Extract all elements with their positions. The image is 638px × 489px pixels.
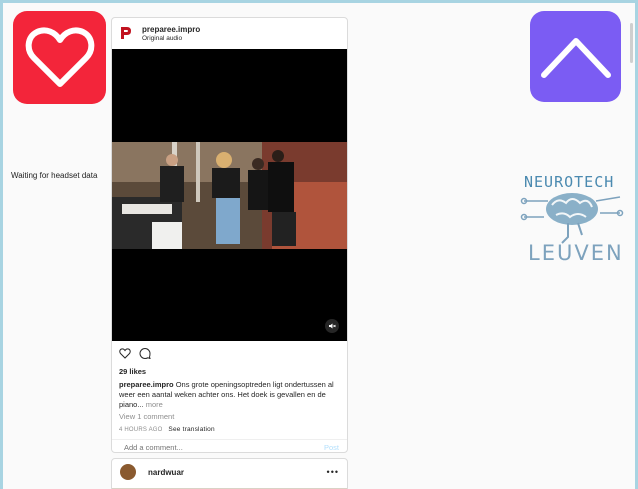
post-meta: 4 HOURS AGO See translation [119, 426, 215, 433]
caption-more-link[interactable]: more [146, 400, 163, 409]
more-options-icon[interactable]: ••• [327, 467, 339, 477]
comment-bar: Post [112, 439, 347, 452]
video-player[interactable] [112, 49, 347, 341]
post-time[interactable]: 4 HOURS AGO [119, 427, 163, 433]
heart-icon [25, 26, 94, 87]
status-text: Waiting for headset data [11, 171, 98, 180]
likes-count[interactable]: 29 likes [119, 367, 146, 376]
logo-bottom-text: LEUVEN [528, 241, 624, 265]
brain-icon [520, 193, 624, 244]
see-translation-link[interactable]: See translation [168, 426, 214, 433]
caption-username[interactable]: preparee.impro [119, 380, 174, 389]
audio-label[interactable]: Original audio [142, 35, 200, 42]
heart-button[interactable] [13, 11, 106, 104]
chevron-up-icon [540, 37, 611, 78]
post-header-2: nardwuar ••• [112, 459, 347, 485]
avatar[interactable] [120, 26, 132, 40]
mute-icon [329, 323, 336, 329]
mute-button[interactable] [325, 319, 339, 333]
video-frame [112, 142, 347, 249]
neurotech-logo: NEUROTECH LEUVEN [520, 171, 624, 267]
view-comments-link[interactable]: View 1 comment [119, 412, 174, 421]
avatar[interactable] [120, 464, 136, 480]
app-frame: Waiting for headset data NEUROTECH LEUVE… [3, 3, 635, 489]
up-button[interactable] [530, 11, 621, 102]
post-header: preparee.impro Original audio [112, 18, 347, 48]
post-comment-button[interactable]: Post [324, 443, 339, 452]
comment-icon[interactable] [139, 348, 151, 359]
post-card-2: nardwuar ••• [111, 458, 348, 489]
post-actions [119, 348, 151, 359]
scrollbar[interactable] [630, 23, 633, 63]
post-caption: preparee.impro Ons grote openingsoptrede… [119, 380, 341, 410]
like-icon[interactable] [119, 348, 131, 359]
comment-input[interactable] [124, 442, 284, 452]
post-username-2[interactable]: nardwuar [148, 468, 327, 477]
post-card: preparee.impro Original audio 29 likes p… [111, 17, 348, 453]
post-username[interactable]: preparee.impro [142, 25, 200, 34]
